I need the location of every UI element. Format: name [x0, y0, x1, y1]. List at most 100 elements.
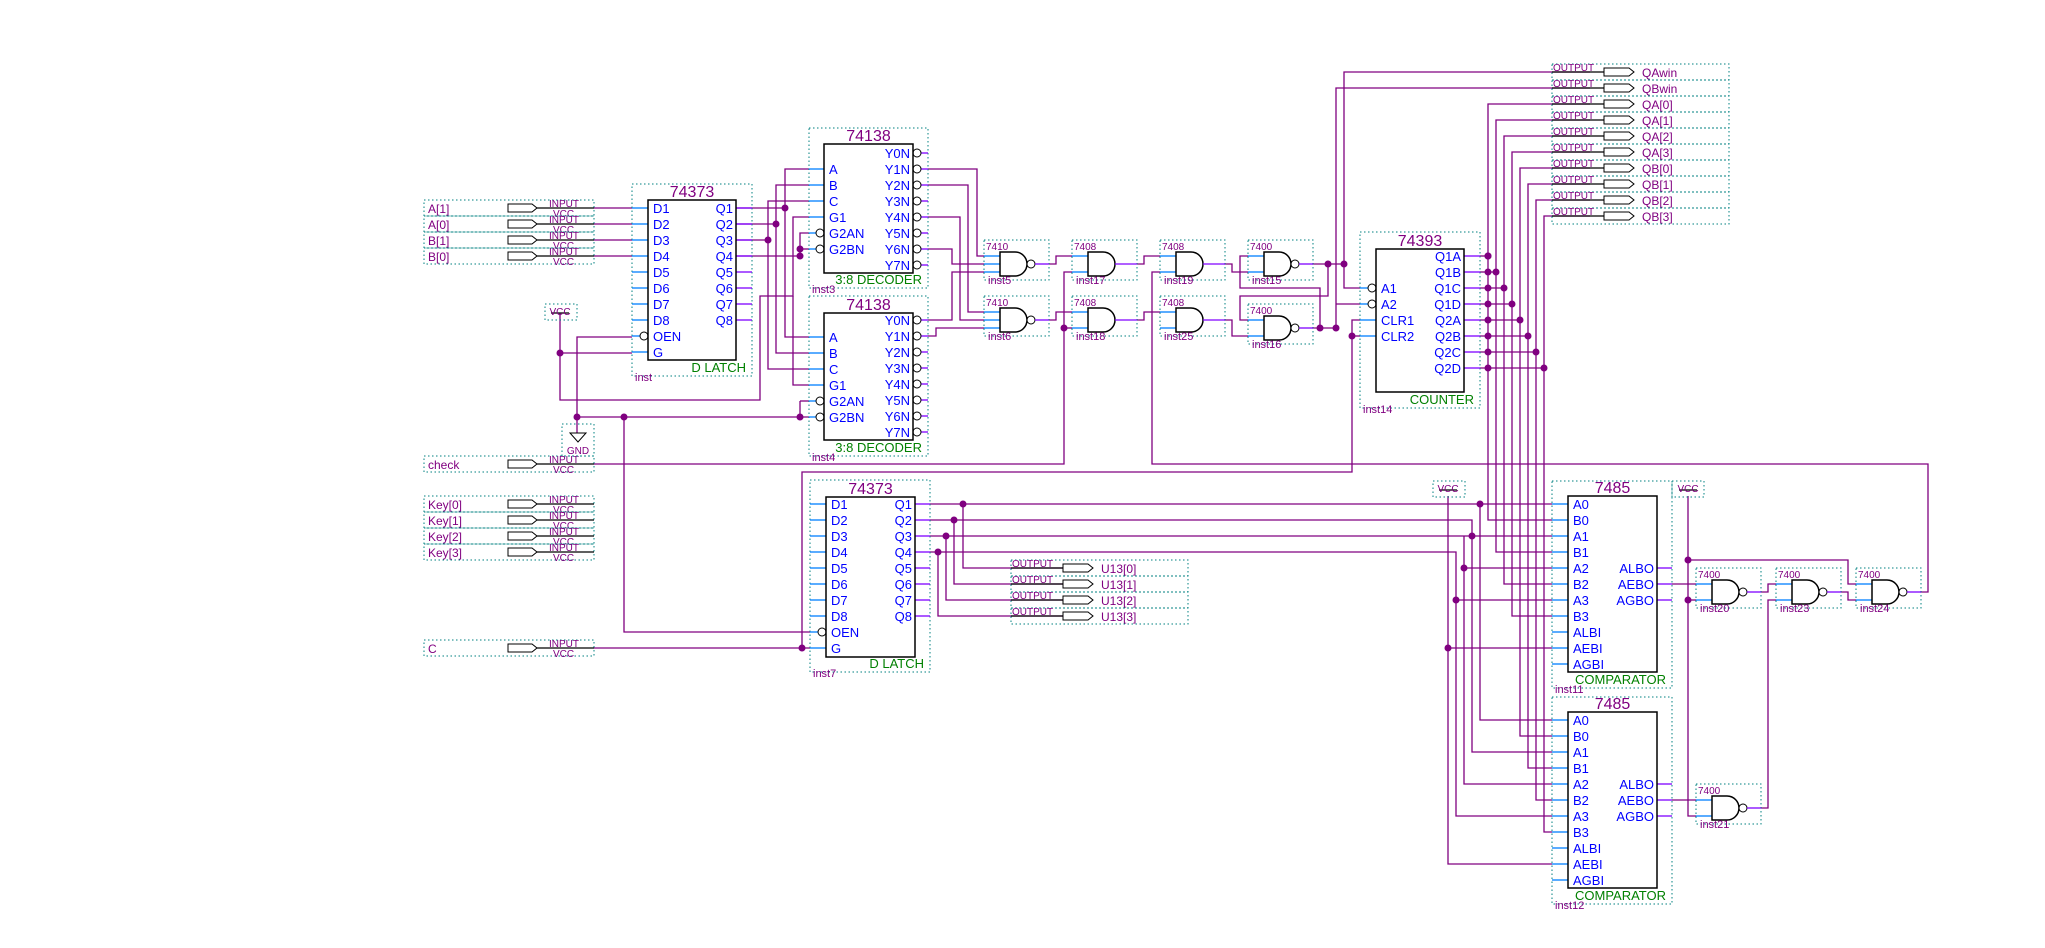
pin-label: B — [829, 346, 838, 361]
wire[interactable] — [928, 271, 984, 321]
gate-inst17[interactable]: 7408 inst17 — [1071, 239, 1138, 287]
pin-label: D8 — [653, 313, 670, 328]
wire[interactable] — [1224, 319, 1248, 337]
wire[interactable] — [1137, 255, 1160, 265]
part-number: 74138 — [846, 297, 891, 314]
nand-gate-icon — [999, 307, 1028, 333]
input-port-icon — [507, 547, 538, 557]
vcc-symbol[interactable]: VCC — [1432, 480, 1466, 498]
wire[interactable] — [1687, 496, 1696, 817]
input-pin[interactable]: B[0] INPUTVCC — [423, 247, 595, 268]
gate-inst19[interactable]: 7408 inst19 — [1159, 239, 1226, 287]
wire[interactable] — [792, 296, 809, 386]
output-pin[interactable]: OUTPUT QBwin — [1551, 79, 1730, 97]
schematic-canvas[interactable]: D1D2D3D4D5D6D7D8OENGQ1Q2Q3Q4Q5Q6Q7Q87437… — [0, 0, 2045, 948]
component-comp1[interactable]: A0B0A1B1A2B2A3B3ALBIAEBIAGBI ALBOAEBOAGBO… — [1551, 480, 1673, 696]
inversion-bubble-icon — [912, 164, 922, 174]
wire[interactable] — [1224, 263, 1248, 273]
wire[interactable] — [1049, 255, 1072, 265]
input-port-icon — [507, 643, 538, 653]
pin-label: Y6N — [885, 409, 910, 424]
pin-label: Y2N — [885, 178, 910, 193]
component-description: D LATCH — [869, 656, 924, 671]
wire[interactable] — [1841, 591, 1856, 601]
output-pin[interactable]: OUTPUT QA[3] — [1551, 143, 1730, 161]
wire[interactable] — [1463, 536, 1552, 785]
pin-label: G1 — [829, 210, 846, 225]
gnd-symbol[interactable]: GND — [561, 423, 595, 457]
junction-dot — [1484, 284, 1492, 292]
vcc-label: VCC — [549, 307, 570, 318]
component-counter[interactable]: A1A2CLR1CLR2 Q1AQ1BQ1CQ1DQ2AQ2BQ2CQ2D 7439… — [1359, 231, 1481, 416]
output-type-label: OUTPUT — [1553, 127, 1594, 138]
wire[interactable] — [1761, 599, 1776, 809]
and-gate-icon — [1175, 251, 1204, 277]
output-pin[interactable]: OUTPUT U13[1] — [1010, 575, 1189, 593]
output-pin[interactable]: OUTPUT QB[3] — [1551, 207, 1730, 225]
component-latch2[interactable]: D1D2D3D4D5D6D7D8OENG Q1Q2Q3Q4Q5Q6Q7Q8 7437… — [809, 479, 931, 680]
gate-inst15[interactable]: 7400 inst15 — [1247, 239, 1314, 287]
input-name: A[1] — [428, 202, 449, 216]
pin-label: AEBI — [1573, 641, 1603, 656]
output-port-icon — [1603, 67, 1635, 77]
input-pin[interactable]: check INPUTVCC — [423, 455, 595, 476]
pin-label: Q1 — [716, 201, 733, 216]
output-pin[interactable]: OUTPUT QB[0] — [1551, 159, 1730, 177]
output-pin[interactable]: OUTPUT QB[2] — [1551, 191, 1730, 209]
output-pin[interactable]: OUTPUT QA[1] — [1551, 111, 1730, 129]
gate-inst20[interactable]: 7400 inst20 — [1695, 567, 1762, 615]
gate-inst24[interactable]: 7400 inst24 — [1855, 567, 1922, 615]
instance-name: inst24 — [1860, 603, 1889, 615]
component-latch1[interactable]: D1D2D3D4D5D6D7D8OENG Q1Q2Q3Q4Q5Q6Q7Q8 7437… — [631, 183, 753, 384]
component-dec2[interactable]: ABCG1G2ANG2BN Y0NY1NY2NY3NY4NY5NY6NY7N 741… — [808, 295, 929, 464]
component-description: 3:8 DECODER — [835, 272, 922, 287]
wire[interactable] — [736, 232, 809, 257]
gate-inst6[interactable]: 7410 inst6 — [983, 295, 1050, 343]
output-pin[interactable]: OUTPUT QA[2] — [1551, 127, 1730, 145]
wire[interactable] — [623, 417, 810, 633]
instance-name: inst15 — [1252, 275, 1281, 287]
input-port-icon — [507, 499, 538, 509]
gate-inst18[interactable]: 7408 inst18 — [1071, 295, 1138, 343]
wire[interactable] — [928, 248, 984, 265]
gate-inst16[interactable]: 7400 inst16 — [1247, 303, 1314, 351]
instance-name: inst — [635, 372, 652, 384]
output-name: QB[0] — [1642, 162, 1673, 176]
wire[interactable] — [1137, 311, 1160, 321]
component-comp2[interactable]: A0B0A1B1A2B2A3B3ALBIAEBIAGBI ALBOAEBOAGBO… — [1551, 696, 1673, 912]
input-port-icon — [507, 219, 538, 229]
gate-part-number: 7400 — [1858, 570, 1881, 581]
output-pin[interactable]: OUTPUT U13[0] — [1010, 559, 1189, 577]
wire[interactable] — [930, 519, 1552, 753]
component-dec1[interactable]: ABCG1G2ANG2BN Y0NY1NY2NY3NY4NY5NY6NY7N 741… — [808, 127, 929, 296]
output-pin[interactable]: OUTPUT QAwin — [1551, 63, 1730, 81]
vcc-symbol[interactable]: VCC — [1671, 480, 1705, 498]
pin-label: Y0N — [885, 313, 910, 328]
pin-label: D3 — [831, 529, 848, 544]
input-pin[interactable]: C INPUTVCC — [423, 639, 595, 660]
pin-label: G — [653, 345, 663, 360]
gate-inst21[interactable]: 7400 inst21 — [1695, 783, 1762, 831]
inversion-bubble-icon — [815, 244, 825, 254]
wire[interactable] — [1761, 583, 1776, 593]
output-pin[interactable]: OUTPUT QA[0] — [1551, 95, 1730, 113]
wire[interactable] — [928, 327, 984, 337]
wire[interactable] — [928, 168, 984, 257]
vcc-symbol[interactable]: VCC — [544, 303, 578, 321]
wire[interactable] — [1049, 311, 1072, 321]
gate-inst23[interactable]: 7400 inst23 — [1775, 567, 1842, 615]
output-pin[interactable]: OUTPUT QB[1] — [1551, 175, 1730, 193]
wire[interactable] — [784, 168, 809, 338]
nand-gate-icon — [999, 251, 1028, 277]
output-pin[interactable]: OUTPUT U13[2] — [1010, 591, 1189, 609]
output-pin[interactable]: OUTPUT U13[3] — [1010, 607, 1189, 625]
pin-label: CLR2 — [1381, 329, 1414, 344]
gate-inst25[interactable]: 7408 inst25 — [1159, 295, 1226, 343]
pin-label: Q1 — [895, 497, 912, 512]
wire[interactable] — [928, 216, 984, 321]
component-description: D LATCH — [691, 360, 746, 375]
input-pin[interactable]: Key[3] INPUTVCC — [423, 543, 595, 564]
gate-inst5[interactable]: 7410 inst5 — [983, 239, 1050, 287]
part-number: 7485 — [1595, 696, 1631, 713]
vcc-label: VCC — [1437, 484, 1458, 495]
